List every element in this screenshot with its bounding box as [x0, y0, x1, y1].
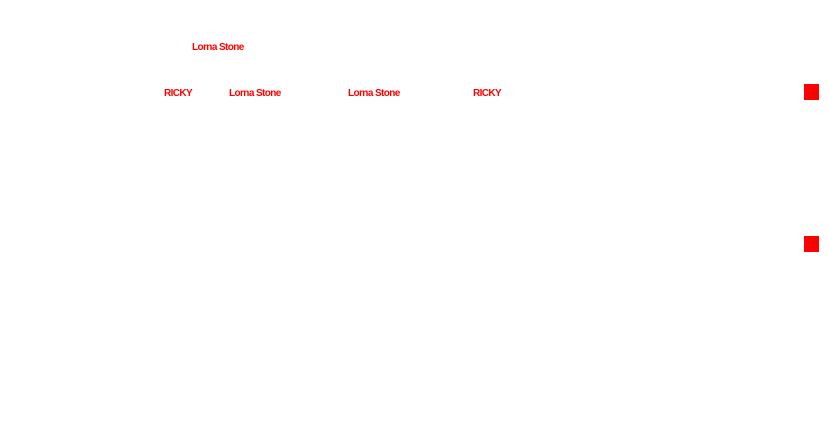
row-item-lorna-1[interactable]: Lorna Stone	[229, 88, 281, 100]
row-item-ricky-2[interactable]: RICKY	[473, 88, 502, 100]
row-item-ricky-1[interactable]: RICKY	[164, 88, 193, 100]
header-name-link[interactable]: Lorna Stone	[192, 42, 244, 54]
red-square-marker-icon[interactable]	[804, 84, 819, 100]
row-item-lorna-2[interactable]: Lorna Stone	[348, 88, 400, 100]
red-square-marker-icon[interactable]	[804, 236, 819, 252]
